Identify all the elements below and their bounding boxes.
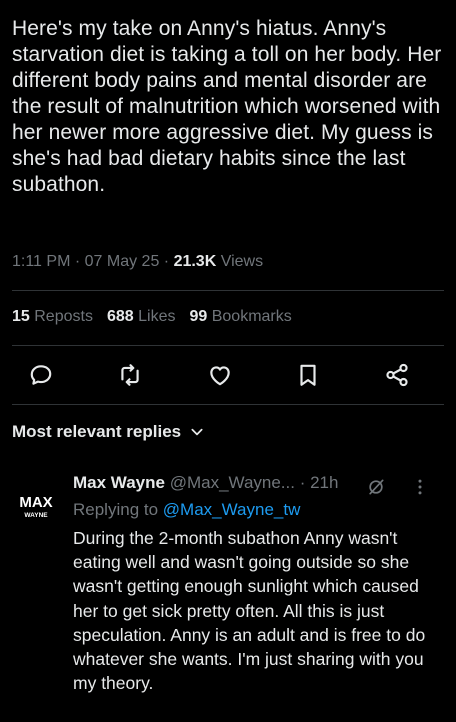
repost-button[interactable]	[116, 361, 144, 389]
views-label: Views	[220, 253, 264, 270]
bookmark-icon	[300, 364, 316, 386]
tweet-date[interactable]: 07 May 25	[85, 253, 160, 270]
divider	[12, 345, 444, 346]
avatar[interactable]: MAX WAYNE	[12, 485, 60, 525]
reply-button[interactable]	[27, 361, 55, 389]
bookmarks-count: 99	[189, 308, 208, 325]
reply-text: During the 2-month subathon Anny wasn't …	[73, 528, 426, 694]
avatar-logo-subtext: WAYNE	[24, 512, 48, 519]
reply-icon	[30, 365, 52, 385]
likes-stat[interactable]: 688 Likes	[107, 308, 176, 325]
tweet-stats: 15 Reposts 688 Likes 99 Bookmarks	[12, 308, 292, 326]
repost-icon	[121, 364, 139, 386]
bookmark-button[interactable]	[294, 361, 322, 389]
bookmarks-stat[interactable]: 99 Bookmarks	[189, 308, 291, 325]
like-icon	[210, 366, 230, 386]
reply-author-name[interactable]: Max Wayne	[73, 473, 165, 492]
replying-to: Replying to @Max_Wayne_tw	[73, 500, 300, 520]
views-count: 21.3K	[173, 253, 217, 270]
more-options-icon[interactable]	[410, 477, 430, 497]
bookmarks-label: Bookmarks	[211, 308, 292, 325]
reply-header: Max Wayne @Max_Wayne... · 21h	[73, 473, 339, 492]
tweet-action-bar	[0, 355, 456, 395]
like-button[interactable]	[206, 361, 234, 389]
chevron-down-icon	[191, 428, 203, 436]
reply-author-handle[interactable]: @Max_Wayne...	[170, 473, 295, 492]
share-icon	[386, 363, 408, 387]
tweet-time[interactable]: 1:11 PM	[12, 253, 70, 270]
reposts-stat[interactable]: 15 Reposts	[12, 308, 93, 325]
replying-to-handle[interactable]: @Max_Wayne_tw	[163, 500, 301, 519]
likes-count: 688	[106, 308, 134, 325]
reply-time[interactable]: 21h	[310, 473, 338, 492]
reposts-label: Reposts	[34, 308, 93, 325]
reposts-count: 15	[12, 308, 30, 325]
divider	[12, 404, 444, 405]
replies-sort-label: Most relevant replies	[12, 422, 182, 441]
replying-to-prefix: Replying to	[73, 500, 159, 519]
grok-icon[interactable]	[366, 477, 386, 497]
replies-sort-dropdown[interactable]: Most relevant replies	[12, 422, 205, 442]
tweet-text: Here's my take on Anny's hiatus. Anny's …	[12, 17, 442, 196]
avatar-logo-text: MAX	[19, 494, 52, 511]
reply-header-icons	[366, 475, 446, 497]
likes-label: Likes	[138, 308, 176, 325]
tweet-meta: 1:11 PM · 07 May 25 · 21.3K Views	[12, 253, 264, 270]
share-button[interactable]	[383, 361, 411, 389]
divider	[12, 290, 444, 291]
